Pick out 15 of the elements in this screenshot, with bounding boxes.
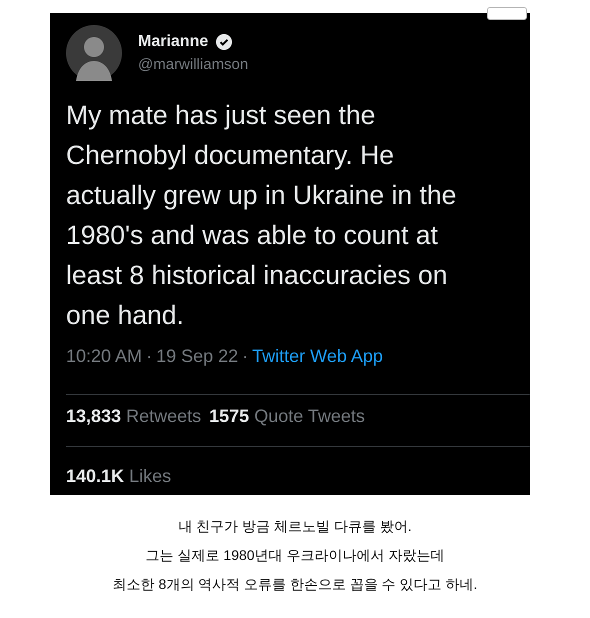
top-button[interactable] <box>487 7 527 20</box>
tweet-text: My mate has just seen the Chernobyl documentary. He actually grew up in Ukraine in the 1980's and was able to count at least 8 historical inaccuracies on one hand. <box>66 99 458 332</box>
user-name: Marianne <box>138 32 208 52</box>
user-handle: @marwilliamson <box>138 54 248 75</box>
caption-line: 그는 실제로 1980년대 우크라이나에서 자랐는데 <box>144 546 446 565</box>
stat-text: 1575 Quote Tweets <box>209 405 365 428</box>
tweet-time: 10:20 AM <box>66 345 142 368</box>
tweet-date: 19 Sep 22 <box>156 345 238 368</box>
caption-line: 내 친구가 방금 체르노빌 다큐를 봤어. <box>177 517 413 536</box>
caption-line: 최소한 8개의 역사적 오류를 한손으로 꼽을 수 있다고 하네. <box>112 575 478 594</box>
stat-text: 13,833 Retweets <box>66 405 202 428</box>
dot-separator: · <box>242 345 248 368</box>
source-link[interactable]: Twitter Web App <box>252 343 383 370</box>
likes-text: 140.1K Likes <box>66 466 172 486</box>
dot-separator: · <box>146 345 152 368</box>
